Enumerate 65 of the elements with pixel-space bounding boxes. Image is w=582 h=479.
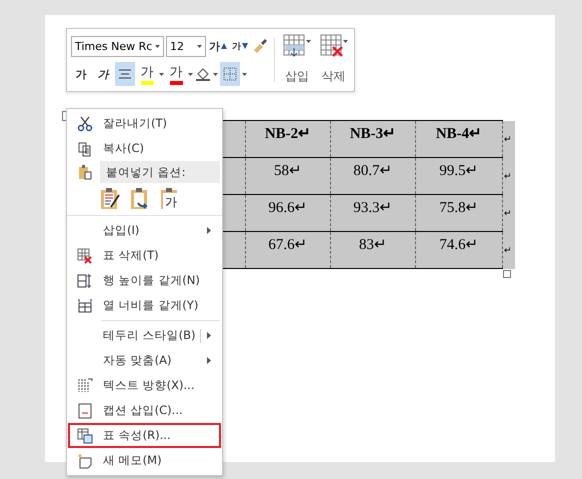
insert-button[interactable]: 삽입 [280,34,314,86]
grow-font-button[interactable]: 가 [208,34,228,58]
menu-item[interactable]: 자동 맞춤(A) [68,348,221,373]
table-cell: 58↵ [246,158,330,194]
menu-item[interactable]: 삽입(I) [68,218,221,243]
row-end-mark: ↵ [502,158,515,194]
table-cell: 80.7↵ [330,158,416,194]
caret-icon [155,44,160,48]
align-center-icon [118,68,132,80]
text-direction-icon [77,378,93,394]
table-cell: NB-3↵ [330,120,416,158]
table-cell: 93.3↵ [330,194,416,232]
menu-item[interactable]: 잘라내기(T) [68,111,221,136]
table-resize-handle[interactable] [503,270,511,278]
row-end-mark: ↵ [502,232,515,268]
menu-item[interactable]: 캡션 삽입(C)... [68,398,221,423]
caret-icon [188,72,193,76]
table-cell: 96.6↵ [246,194,330,232]
row-end-mark: ↵ [502,194,515,232]
note-icon [77,452,93,468]
table-cell: 99.5↵ [416,158,502,194]
scissors-icon [77,116,93,132]
down-triangle-icon [242,43,248,49]
menu-item[interactable]: 새 메모(M) [68,448,221,473]
menu-item[interactable]: 행 높이를 같게(N) [68,268,221,293]
paste-keep-formatting-icon[interactable] [99,187,121,211]
table-delete-icon [77,248,93,264]
menu-item[interactable]: 열 너비를 같게(Y) [68,293,221,318]
font-name-field[interactable]: Times New Rc [71,36,164,56]
borders-icon [223,67,237,81]
table-cell: 83↵ [330,232,416,268]
delete-button[interactable]: 삭제 [317,34,350,86]
caret-icon [197,44,202,48]
caret-icon [213,72,218,76]
caption-icon [77,402,93,418]
shading-icon[interactable] [195,66,211,82]
table-cell: 75.8↵ [416,194,502,232]
borders-button[interactable] [220,62,240,86]
caret-icon [242,72,247,76]
menu-item[interactable]: 테두리 스타일(B) [68,323,221,348]
font-size-field[interactable]: 12 [166,36,206,56]
row-end-mark: ↵ [502,120,515,158]
row-height-icon [77,272,93,288]
menu-item[interactable]: 표 삭제(T) [68,243,221,268]
highlight-button[interactable]: 가 [137,62,157,86]
table-cell: 67.6↵ [246,232,330,268]
center-align-button[interactable] [115,62,135,86]
font-color-button[interactable]: 가 [166,62,186,86]
menu-item[interactable]: 복사(C) [68,136,221,161]
column-width-icon [77,298,93,314]
bold-button[interactable]: 가 [71,62,91,86]
menu-item[interactable]: 표 속성(R)... [68,423,221,448]
table-cell: 74.6↵ [416,232,502,268]
up-triangle-icon [221,43,227,49]
shrink-font-button[interactable]: 가 [230,34,250,58]
caret-icon [159,72,164,76]
table-cell: NB-4↵ [416,120,502,158]
copy-icon [77,140,93,156]
table-properties-icon [77,428,93,444]
clipboard-icon [77,164,93,180]
menu-item[interactable]: 텍스트 방향(X)... [68,373,221,398]
menu-section-header: 붙여넣기 옵션: [100,161,220,183]
italic-button[interactable]: 가 [93,62,113,86]
format-painter-icon[interactable] [252,38,268,54]
table-cell: NB-2↵ [246,120,330,158]
